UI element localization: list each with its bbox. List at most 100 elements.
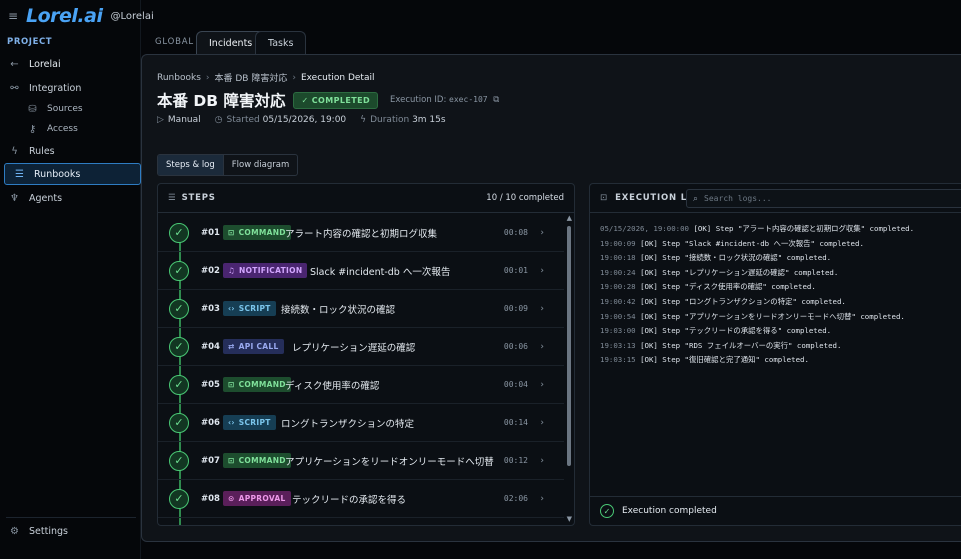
plug-icon: ⚯	[10, 82, 19, 94]
chevron-right-icon[interactable]: ›	[540, 456, 544, 466]
step-title: テックリードの承認を得る	[292, 494, 407, 506]
execution-id-label: Execution ID:	[390, 95, 447, 105]
sidebar-item-settings[interactable]: ⚙ Settings	[0, 520, 141, 542]
step-type-label: COMMAND	[238, 380, 286, 389]
trigger: ▷ Manual	[157, 115, 201, 125]
log-message: [OK] Step "復旧確認と完了通知" completed.	[640, 355, 809, 365]
scroll-down-arrow[interactable]: ▼	[567, 515, 572, 523]
step-number: #05	[201, 379, 220, 390]
log-line: 19:00:28 [OK] Step "ディスク使用率の確認" complete…	[600, 280, 914, 295]
step-row[interactable]: ✓ #04 ⇄ API CALL レプリケーション遅延の確認 00:06 ›	[158, 328, 564, 366]
step-duration: 00:04	[503, 380, 528, 389]
started: ◷ Started 05/15/2026, 19:00	[215, 115, 347, 125]
chevron-right-icon[interactable]: ›	[540, 494, 544, 504]
duration-label: Duration	[370, 115, 410, 125]
tab-tasks[interactable]: Tasks	[255, 31, 307, 54]
log-message: [OK] Step "接続数・ロック状況の確認" completed.	[640, 253, 832, 263]
log-search-input[interactable]	[704, 194, 945, 203]
step-duration: 00:08	[503, 228, 528, 237]
log-line: 19:00:24 [OK] Step "レプリケーション遅延の確認" compl…	[600, 266, 914, 281]
step-type-tag: ♫ NOTIFICATION	[223, 263, 308, 278]
sidebar-item-label: Agents	[29, 192, 63, 204]
step-row[interactable]: ✓ #05 ⊡ COMMAND ディスク使用率の確認 00:04 ›	[158, 366, 564, 404]
step-row[interactable]: ✓ #03 ‹› SCRIPT 接続数・ロック状況の確認 00:09 ›	[158, 290, 564, 328]
global-label: GLOBAL	[155, 37, 194, 47]
sidebar-item-runbooks[interactable]: ☰ Runbooks	[4, 163, 141, 185]
step-title: Slack #incident-db へ一次報告	[310, 266, 451, 278]
step-row[interactable]: ✓ #07 ⊡ COMMAND アプリケーションをリードオンリーモードへ切替 00:12 ›	[158, 442, 564, 480]
check-circle-icon: ✓	[169, 222, 189, 243]
title-row: 本番 DB 障害対応 ✓ COMPLETED Execution ID: exe…	[157, 89, 499, 111]
log-timestamp: 19:00:28	[600, 282, 636, 292]
main-panel: Runbooks › 本番 DB 障害対応 › Execution Detail…	[141, 54, 961, 542]
sidebar: ≡ Lorel.ai @Lorelai PROJECT ← Lorelai ⚯ …	[0, 0, 154, 559]
code-icon: ‹›	[228, 418, 235, 427]
execution-id: Execution ID: exec-107 ⧉	[390, 95, 499, 105]
step-type-tag: ‹› SCRIPT	[223, 415, 276, 430]
clock-icon: ◷	[214, 115, 223, 125]
log-timestamp: 19:03:15	[600, 355, 636, 365]
check-circle-icon: ✓	[169, 260, 189, 281]
tab-flow-diagram[interactable]: Flow diagram	[224, 155, 297, 175]
sidebar-item-access[interactable]: ⚷ Access	[0, 118, 141, 140]
terminal-icon: ⊡	[600, 193, 608, 203]
check-circle-icon: ✓	[169, 488, 189, 509]
log-message: [OK] Step "アプリケーションをリードオンリーモードへ切替" compl…	[640, 311, 905, 321]
sidebar-item-label: Rules	[29, 145, 55, 157]
step-row[interactable]: ✓ #01 ⊡ COMMAND アラート内容の確認と初期ログ収集 00:08 ›	[158, 214, 564, 252]
key-icon: ⚷	[28, 123, 37, 135]
breadcrumb-runbooks[interactable]: Runbooks	[157, 73, 201, 83]
log-message: [OK] Step "RDS フェイルオーバーの実行" completed.	[640, 340, 842, 350]
sidebar-item-sources[interactable]: ⛁ Sources	[0, 98, 141, 120]
log-timestamp: 19:00:24	[600, 267, 636, 277]
chevron-right-icon[interactable]: ›	[540, 380, 544, 390]
step-row[interactable]: ✓ #06 ‹› SCRIPT ロングトランザクションの特定 00:14 ›	[158, 404, 564, 442]
log-panel: ⊡ EXECUTION LOG ⌕ 05/15/2026, 19:00:00 […	[589, 183, 961, 526]
scroll-up-arrow[interactable]: ▲	[567, 214, 572, 222]
logo[interactable]: Lorel.ai	[26, 5, 103, 27]
sidebar-item-rules[interactable]: ϟ Rules	[0, 140, 141, 162]
chevron-right-icon[interactable]: ›	[540, 418, 544, 428]
chevron-right-icon[interactable]: ›	[540, 342, 544, 352]
database-icon: ⛁	[28, 103, 37, 115]
step-title: アラート内容の確認と初期ログ収集	[285, 228, 438, 240]
duration: ϟ Duration 3m 15s	[360, 115, 445, 125]
step-row[interactable]: ✓ #02 ♫ NOTIFICATION Slack #incident-db へ一次報…	[158, 252, 564, 290]
sidebar-item-label: Runbooks	[34, 168, 81, 180]
step-type-label: API CALL	[238, 342, 279, 351]
step-number: #06	[201, 417, 220, 428]
execution-id-value: exec-107	[449, 95, 488, 104]
copy-icon[interactable]: ⧉	[493, 95, 499, 105]
chevron-right-icon[interactable]: ›	[540, 228, 544, 238]
sidebar-item-integration[interactable]: ⚯ Integration	[0, 77, 141, 99]
step-type-tag: ⊡ COMMAND	[223, 453, 291, 468]
chevron-right-icon[interactable]: ›	[540, 266, 544, 276]
hamburger-icon[interactable]: ≡	[8, 9, 20, 23]
bell-icon: ♫	[228, 266, 236, 275]
chevron-right-icon[interactable]: ›	[540, 304, 544, 314]
check-circle-icon: ✓	[169, 412, 189, 433]
check-circle-icon: ✓	[600, 504, 614, 518]
back-label: Lorelai	[29, 58, 61, 70]
breadcrumb-runbook[interactable]: 本番 DB 障害対応	[215, 71, 288, 84]
bolt-icon: ϟ	[11, 145, 18, 157]
play-icon: ▷	[157, 115, 164, 125]
step-duration: 02:06	[503, 494, 528, 503]
started-label: Started	[226, 115, 260, 125]
list-icon: ☰	[15, 168, 24, 180]
check-circle-icon: ✓	[169, 298, 189, 319]
step-number: #01	[201, 227, 220, 238]
step-duration: 00:06	[503, 342, 528, 351]
log-message: [OK] Step "ロングトランザクションの特定" completed.	[640, 296, 846, 306]
step-row[interactable]: ✓ #08 ⊙ APPROVAL テックリードの承認を得る 02:06 ›	[158, 480, 564, 518]
log-line: 19:03:15 [OK] Step "復旧確認と完了通知" completed…	[600, 353, 914, 368]
step-title: 接続数・ロック状況の確認	[281, 304, 396, 316]
gear-icon: ⚙	[10, 525, 19, 537]
sidebar-item-agents[interactable]: ♆ Agents	[0, 187, 141, 209]
back-link[interactable]: ← Lorelai	[0, 53, 141, 75]
step-number: #02	[201, 265, 220, 276]
step-title: ディスク使用率の確認	[285, 380, 380, 392]
tab-steps-log[interactable]: Steps & log	[158, 155, 224, 175]
breadcrumb-current: Execution Detail	[300, 72, 375, 83]
scrollbar[interactable]	[567, 226, 571, 466]
